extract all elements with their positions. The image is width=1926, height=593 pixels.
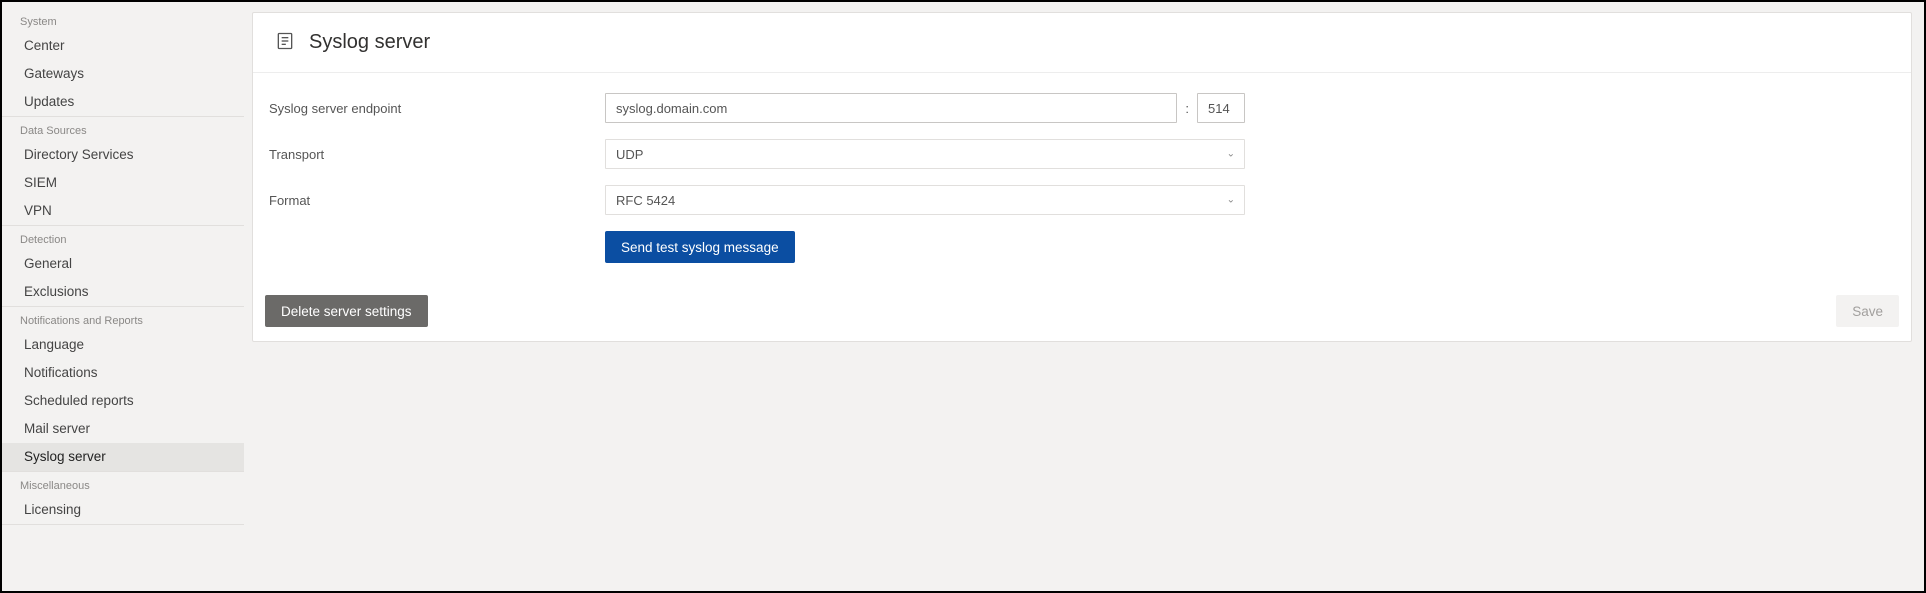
card-header: Syslog server bbox=[253, 13, 1911, 73]
endpoint-separator: : bbox=[1185, 101, 1189, 116]
page-title: Syslog server bbox=[309, 31, 430, 54]
format-row: Format RFC 5424 ⌄ bbox=[265, 185, 1899, 215]
sidebar-item-vpn[interactable]: VPN bbox=[2, 197, 244, 225]
endpoint-row: Syslog server endpoint : bbox=[265, 93, 1899, 123]
sidebar-item-center[interactable]: Center bbox=[2, 32, 244, 60]
format-select[interactable]: RFC 5424 bbox=[605, 185, 1245, 215]
sidebar-item-exclusions[interactable]: Exclusions bbox=[2, 278, 244, 306]
transport-label: Transport bbox=[265, 147, 605, 162]
sidebar-item-scheduled-reports[interactable]: Scheduled reports bbox=[2, 387, 244, 415]
sidebar-item-siem[interactable]: SIEM bbox=[2, 169, 244, 197]
sidebar-item-general[interactable]: General bbox=[2, 250, 244, 278]
endpoint-host-input[interactable] bbox=[605, 93, 1177, 123]
card-footer: Delete server settings Save bbox=[253, 291, 1911, 341]
endpoint-label: Syslog server endpoint bbox=[265, 101, 605, 116]
sidebar-group-header: Data Sources bbox=[2, 119, 244, 141]
sidebar-item-updates[interactable]: Updates bbox=[2, 88, 244, 116]
save-button[interactable]: Save bbox=[1836, 295, 1899, 327]
sidebar-item-mail-server[interactable]: Mail server bbox=[2, 415, 244, 443]
send-test-button[interactable]: Send test syslog message bbox=[605, 231, 795, 263]
sidebar-item-licensing[interactable]: Licensing bbox=[2, 496, 244, 524]
transport-row: Transport UDP ⌄ bbox=[265, 139, 1899, 169]
sidebar-group-header: Miscellaneous bbox=[2, 474, 244, 496]
sidebar-group-header: Notifications and Reports bbox=[2, 309, 244, 331]
sidebar: SystemCenterGatewaysUpdatesData SourcesD… bbox=[2, 2, 244, 591]
sidebar-item-directory-services[interactable]: Directory Services bbox=[2, 141, 244, 169]
sidebar-item-gateways[interactable]: Gateways bbox=[2, 60, 244, 88]
send-test-row: Send test syslog message bbox=[265, 231, 1899, 263]
main-content: Syslog server Syslog server endpoint : T… bbox=[244, 2, 1924, 591]
endpoint-port-input[interactable] bbox=[1197, 93, 1245, 123]
card-body: Syslog server endpoint : Transport UDP ⌄ bbox=[253, 73, 1911, 291]
document-icon bbox=[275, 31, 309, 54]
sidebar-group-header: System bbox=[2, 10, 244, 32]
sidebar-item-language[interactable]: Language bbox=[2, 331, 244, 359]
sidebar-group-header: Detection bbox=[2, 228, 244, 250]
delete-settings-button[interactable]: Delete server settings bbox=[265, 295, 428, 327]
transport-select[interactable]: UDP bbox=[605, 139, 1245, 169]
sidebar-item-syslog-server[interactable]: Syslog server bbox=[2, 443, 244, 471]
syslog-card: Syslog server Syslog server endpoint : T… bbox=[252, 12, 1912, 342]
format-label: Format bbox=[265, 193, 605, 208]
sidebar-item-notifications[interactable]: Notifications bbox=[2, 359, 244, 387]
